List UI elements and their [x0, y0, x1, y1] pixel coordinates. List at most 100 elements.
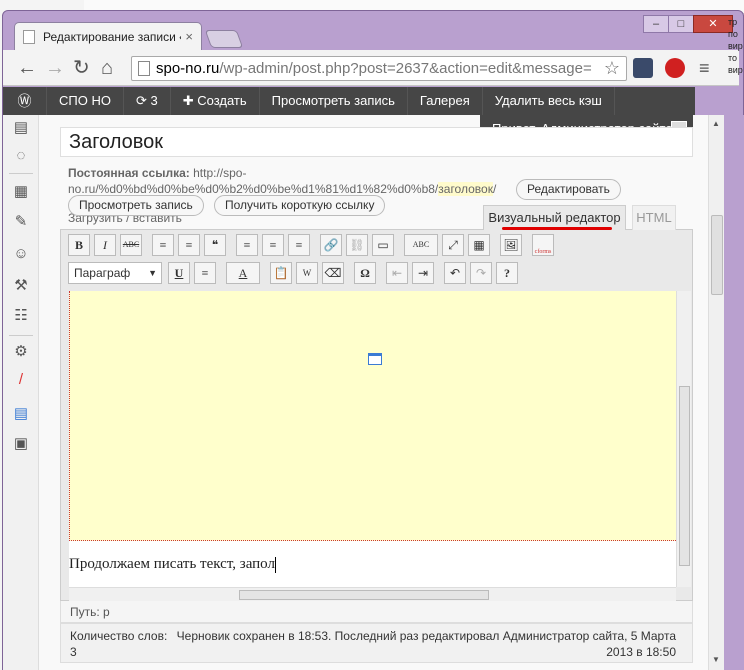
tools-icon[interactable]: ⚒: [12, 277, 30, 295]
bold-button[interactable]: B: [68, 234, 90, 256]
form-icon[interactable]: ▤: [12, 405, 30, 423]
help-icon[interactable]: ?: [496, 262, 518, 284]
blockquote-icon[interactable]: ❝: [204, 234, 226, 256]
bullet-list-icon[interactable]: ≡: [152, 234, 174, 256]
plugins-icon[interactable]: ✎: [12, 213, 30, 231]
justify-icon[interactable]: ≡: [194, 262, 216, 284]
numbered-list-icon[interactable]: ≡: [178, 234, 200, 256]
tab-title: Редактирование записи «: [43, 29, 182, 44]
align-center-icon[interactable]: ≡: [262, 234, 284, 256]
redo-icon[interactable]: ↷: [470, 262, 492, 284]
scroll-up-icon[interactable]: ▲: [712, 119, 720, 128]
cforms-icon[interactable]: /: [12, 371, 30, 389]
new-tab-button[interactable]: [204, 30, 244, 48]
admin-bar-site[interactable]: СПО НО: [47, 87, 124, 115]
indent-icon[interactable]: ⇥: [412, 262, 434, 284]
italic-button[interactable]: I: [94, 234, 116, 256]
align-right-icon[interactable]: ≡: [288, 234, 310, 256]
forward-arrow-icon[interactable]: →: [45, 58, 65, 78]
format-select[interactable]: Параграф ▼: [68, 262, 162, 284]
close-window-button[interactable]: ✕: [693, 15, 733, 33]
autosave-status: Черновик сохранен в 18:53. Последний раз…: [176, 629, 676, 659]
maximize-button[interactable]: □: [668, 15, 694, 33]
outdent-icon[interactable]: ⇤: [386, 262, 408, 284]
url-path: /wp-admin/post.php?post=2637&action=edit…: [219, 60, 592, 77]
align-left-icon[interactable]: ≡: [236, 234, 258, 256]
add-label: Создать: [197, 93, 247, 108]
text-caret: [274, 556, 276, 573]
page-icon: [138, 61, 150, 76]
admin-bar-gallery[interactable]: Галерея: [408, 87, 483, 115]
adblock-extension-icon[interactable]: [665, 58, 685, 78]
permalink-url-part2: no.ru/%d0%bd%d0%be%d0%b2%d0%be%d1%81%d1%…: [68, 182, 439, 196]
editor-hscroll-thumb[interactable]: [239, 590, 489, 600]
admin-bar-add[interactable]: ✚ Создать: [171, 87, 260, 115]
tab-close-icon[interactable]: ×: [185, 29, 193, 44]
undo-icon[interactable]: ↶: [444, 262, 466, 284]
editor-path-bar: Путь: p: [60, 601, 693, 623]
browser-tab-active[interactable]: Редактирование записи « ×: [14, 22, 202, 50]
page-vertical-scrollbar[interactable]: ▲ ▼: [708, 115, 724, 670]
format-select-value: Параграф: [74, 266, 131, 280]
editor-scroll-thumb[interactable]: [679, 386, 690, 566]
underline-button[interactable]: U: [168, 262, 190, 284]
window-controls: – □ ✕: [643, 15, 733, 33]
get-shortlink-button[interactable]: Получить короткую ссылку: [214, 195, 386, 216]
updates-icon: ⟳: [135, 93, 151, 108]
paste-text-icon[interactable]: 📋: [270, 262, 292, 284]
gallery-icon[interactable]: ▣: [12, 435, 30, 453]
sidebar-separator: [9, 173, 33, 174]
menu-icon[interactable]: ≡: [699, 58, 710, 78]
home-icon[interactable]: ⌂: [101, 58, 113, 78]
reload-icon[interactable]: ↻: [73, 58, 90, 78]
kitchen-sink-icon[interactable]: ▦: [468, 234, 490, 256]
bookmark-star-icon[interactable]: ☆: [604, 58, 620, 79]
insert-gallery-icon[interactable]: 🖼: [500, 234, 522, 256]
page-scroll-thumb[interactable]: [711, 215, 723, 295]
word-count: Количество слов: 3: [70, 629, 168, 659]
settings-icon[interactable]: ☷: [12, 307, 30, 325]
editor-horizontal-scrollbar[interactable]: [69, 587, 676, 601]
unlink-icon[interactable]: ⛓: [346, 234, 368, 256]
permalink-slug[interactable]: заголовок: [438, 182, 493, 196]
cforms-button[interactable]: cforms: [532, 234, 554, 256]
chevron-down-icon: ▼: [148, 268, 157, 278]
sidebar-separator: [9, 335, 33, 336]
editor-toolbar-row1: B I ABC ≡ ≡ ❝ ≡ ≡ ≡ 🔗 ⛓ ▭ ABC ⤢ ▦ 🖼 cfor…: [68, 234, 558, 256]
admin-bar-clear-cache[interactable]: Удалить весь кэш: [483, 87, 615, 115]
admin-bar-updates[interactable]: ⟳ 3: [124, 87, 171, 115]
typed-text: Продолжаем писать текст, запол: [69, 556, 275, 572]
minimize-button[interactable]: –: [643, 15, 669, 33]
spellcheck-icon[interactable]: ABC: [404, 234, 438, 256]
paste-word-icon[interactable]: W: [296, 262, 318, 284]
address-bar[interactable]: spo-no.ru /wp-admin/post.php?post=2637&a…: [131, 56, 627, 81]
text-color-button[interactable]: A: [226, 262, 260, 284]
edit-permalink-button[interactable]: Редактировать: [516, 179, 621, 200]
strikethrough-button[interactable]: ABC: [120, 234, 142, 256]
annotation-underline: [502, 227, 612, 230]
users-icon[interactable]: ☺: [12, 245, 30, 263]
url-host: spo-no.ru: [156, 60, 220, 77]
wordpress-logo-icon[interactable]: Ⓦ: [3, 87, 47, 115]
view-post-button[interactable]: Просмотреть запись: [68, 195, 204, 216]
post-title-input[interactable]: Заголовок: [60, 127, 693, 157]
gear-icon[interactable]: ⚙: [12, 343, 30, 361]
permalink-label: Постоянная ссылка:: [68, 166, 190, 180]
editor-content-area[interactable]: [69, 291, 676, 541]
insert-link-icon[interactable]: 🔗: [320, 234, 342, 256]
appearance-icon[interactable]: ▦: [12, 183, 30, 201]
editor-vertical-scrollbar[interactable]: [676, 291, 691, 587]
iframe-placeholder-icon: [368, 353, 382, 365]
media-icon[interactable]: ▤: [12, 119, 30, 137]
scroll-down-icon[interactable]: ▼: [712, 655, 720, 664]
tab-html-editor[interactable]: HTML: [632, 205, 676, 230]
admin-bar-view-post[interactable]: Просмотреть запись: [260, 87, 408, 115]
fullscreen-icon[interactable]: ⤢: [442, 234, 464, 256]
editor-toolbar-row2: Параграф ▼ U ≡ A 📋 W ⌫ Ω ⇤ ⇥ ↶ ↷ ?: [68, 262, 522, 284]
comments-icon[interactable]: ◌: [12, 147, 30, 165]
special-char-icon[interactable]: Ω: [354, 262, 376, 284]
insert-more-icon[interactable]: ▭: [372, 234, 394, 256]
clear-formatting-icon[interactable]: ⌫: [322, 262, 344, 284]
back-arrow-icon[interactable]: ←: [17, 58, 37, 78]
camera-extension-icon[interactable]: [633, 58, 653, 78]
